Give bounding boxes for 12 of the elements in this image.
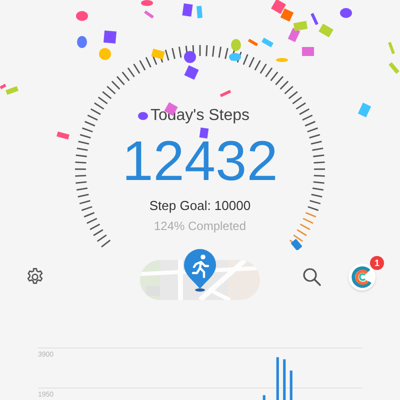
step-goal: Step Goal: 10000 — [149, 198, 251, 214]
step-count: 12432 — [122, 130, 278, 192]
completion-text: 124% Completed — [154, 218, 246, 234]
ring-logo-icon[interactable] — [348, 263, 376, 291]
notification-badge: 1 — [370, 256, 384, 270]
bar — [283, 359, 286, 400]
bar — [290, 370, 292, 400]
bar — [262, 395, 266, 400]
bar — [276, 357, 279, 400]
settings-icon[interactable] — [25, 267, 45, 287]
running-pin-icon[interactable] — [182, 248, 218, 292]
search-icon[interactable] — [302, 267, 322, 287]
